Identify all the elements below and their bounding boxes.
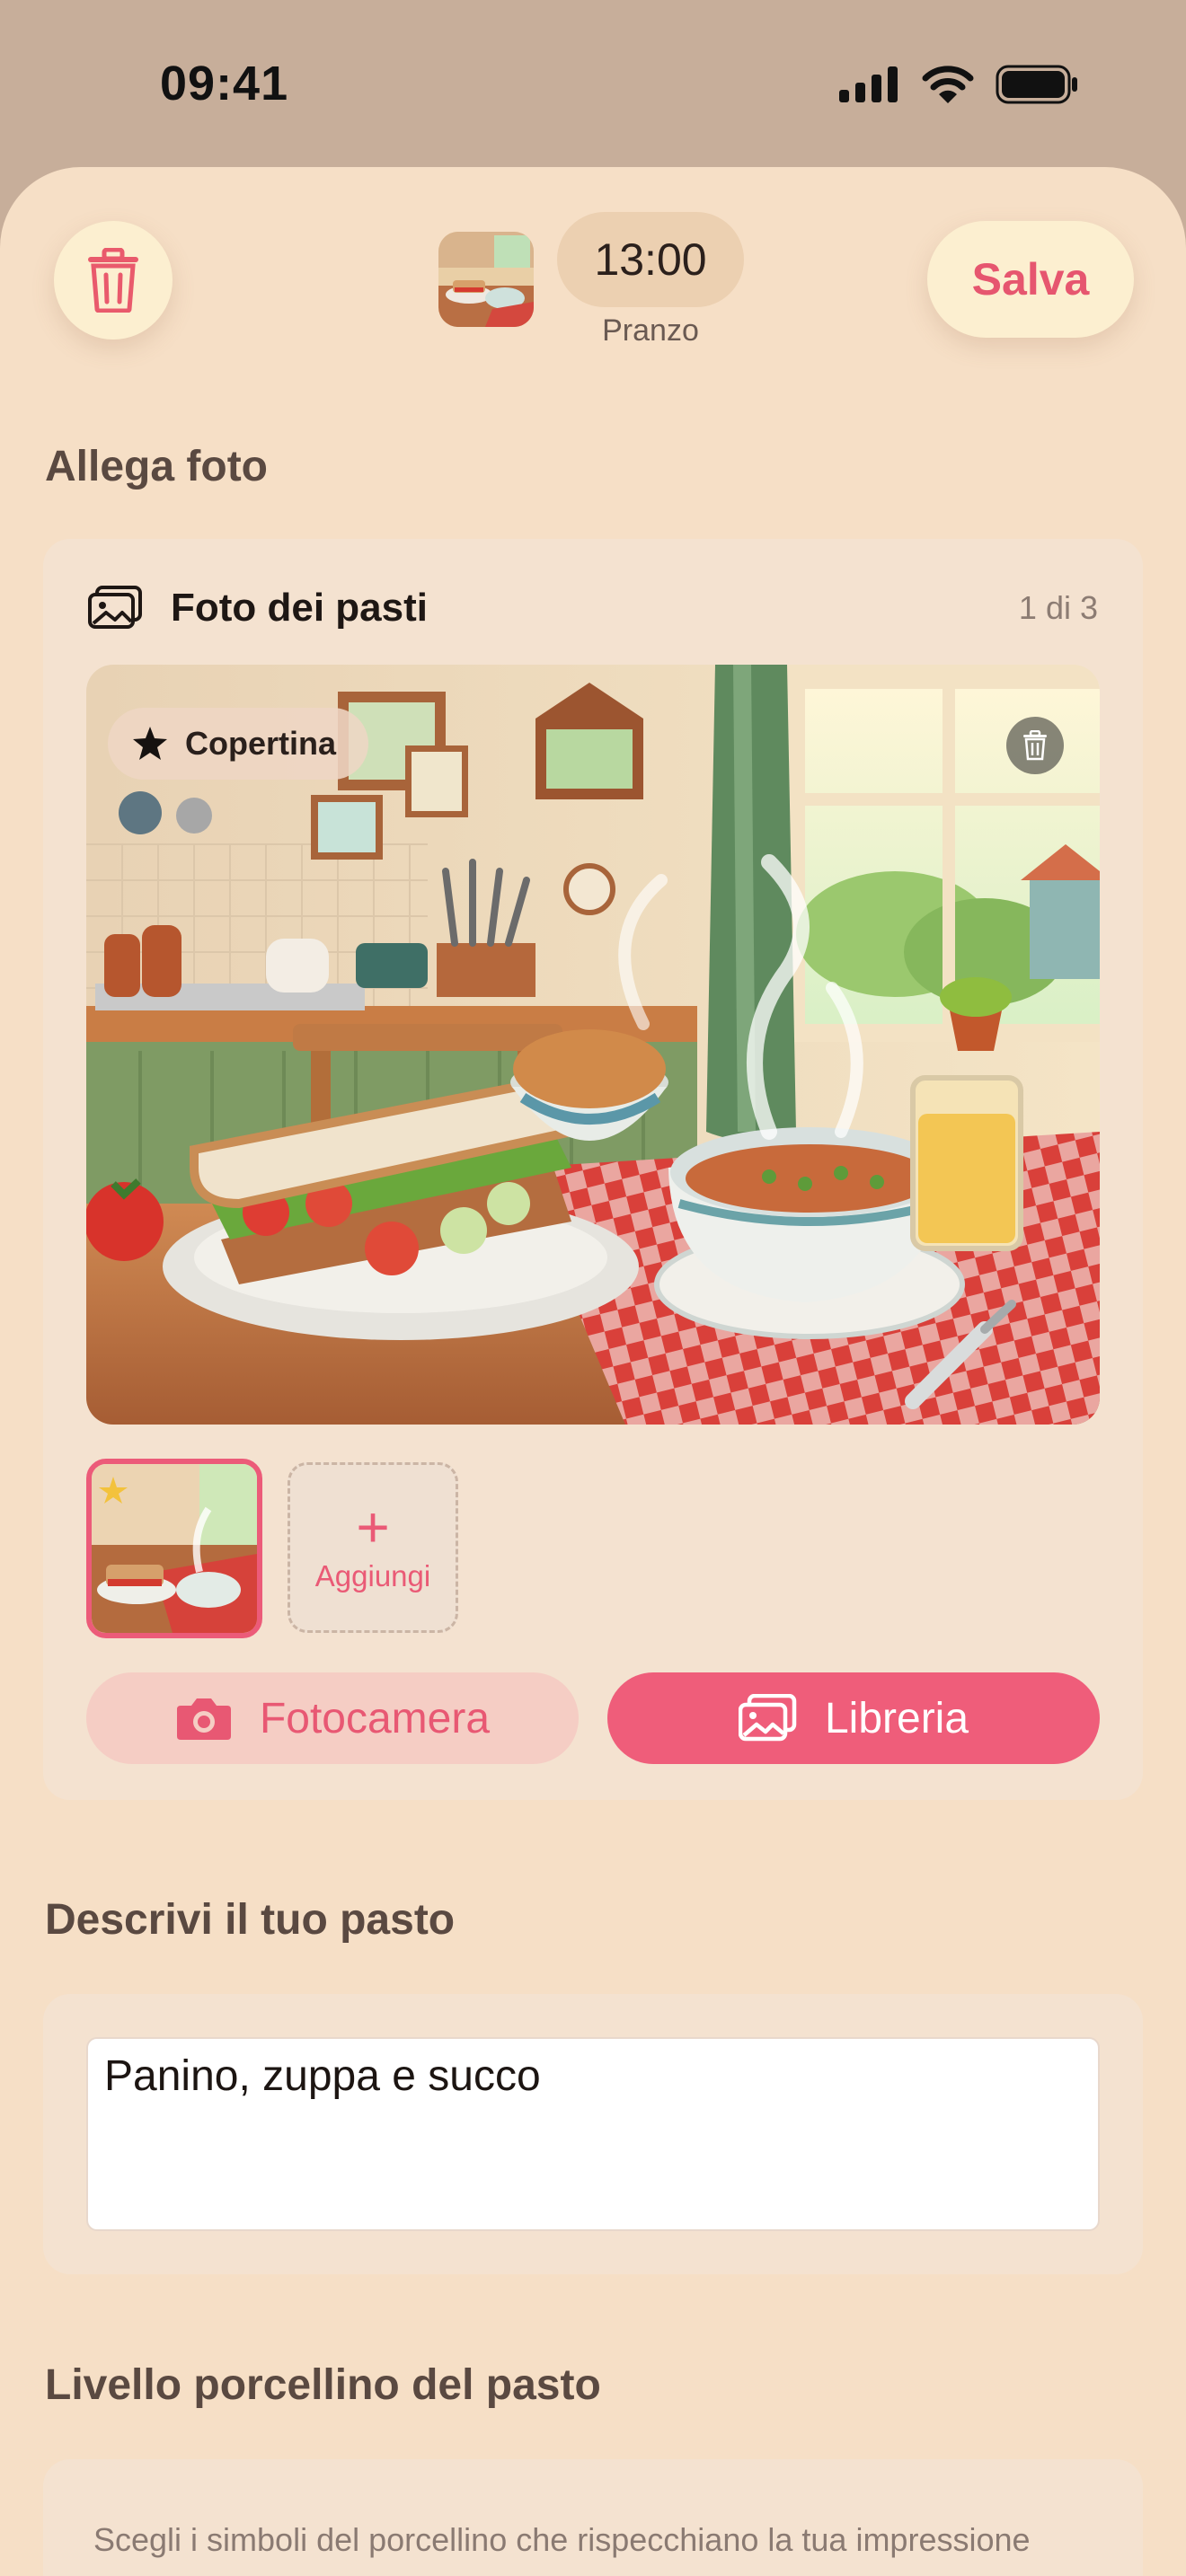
camera-icon xyxy=(176,1698,231,1740)
meal-description-input[interactable]: Panino, zuppa e succo xyxy=(86,2037,1100,2231)
delete-meal-button[interactable] xyxy=(54,221,173,340)
photos-section-title: Allega foto xyxy=(45,443,268,490)
library-label: Libreria xyxy=(824,1694,969,1742)
add-photo-label: Aggiungi xyxy=(314,1559,431,1592)
status-time: 09:41 xyxy=(160,57,289,110)
library-button[interactable]: Libreria xyxy=(607,1672,1100,1764)
meal-type-label: Pranzo xyxy=(602,313,699,348)
signal-icon xyxy=(839,66,898,102)
trash-icon xyxy=(1023,730,1047,761)
star-icon xyxy=(133,727,167,760)
camera-button[interactable]: Fotocamera xyxy=(86,1672,579,1764)
status-bar: 09:41 xyxy=(0,0,1186,171)
photos-card-title: Foto dei pasti xyxy=(171,586,428,630)
cover-badge: Copertina xyxy=(108,708,369,780)
battery-icon xyxy=(996,65,1077,104)
photos-card: Foto dei pasti 1 di 3 Copertina + Aggiun… xyxy=(43,539,1143,1800)
meal-editor-sheet: 13:00 Pranzo Salva Allega foto Foto dei … xyxy=(0,167,1186,2576)
status-icons xyxy=(839,65,1078,104)
level-help-text: Scegli i simboli del porcellino che risp… xyxy=(93,2521,1031,2558)
describe-card: Panino, zuppa e succo xyxy=(43,1994,1143,2274)
save-button[interactable]: Salva xyxy=(927,221,1134,338)
level-card: Scegli i simboli del porcellino che risp… xyxy=(43,2459,1143,2576)
camera-label: Fotocamera xyxy=(259,1694,491,1742)
wifi-icon xyxy=(922,66,974,103)
delete-photo-button[interactable] xyxy=(1006,717,1064,774)
library-icon xyxy=(738,1694,797,1742)
photo-count: 1 di 3 xyxy=(1018,589,1098,626)
plus-icon: + xyxy=(356,1495,390,1559)
level-section-title: Livello porcellino del pasto xyxy=(45,2361,601,2409)
time-picker[interactable]: 13:00 xyxy=(557,212,744,307)
add-photo-button[interactable]: + Aggiungi xyxy=(288,1462,458,1633)
photo-thumbnail-selected[interactable] xyxy=(86,1459,262,1638)
cover-label: Copertina xyxy=(185,725,337,762)
meal-thumbnail[interactable] xyxy=(438,232,534,327)
meal-photo[interactable]: Copertina xyxy=(86,665,1100,1425)
photos-icon xyxy=(88,586,144,635)
describe-section-title: Descrivi il tuo pasto xyxy=(45,1896,456,1944)
trash-icon xyxy=(88,248,138,313)
